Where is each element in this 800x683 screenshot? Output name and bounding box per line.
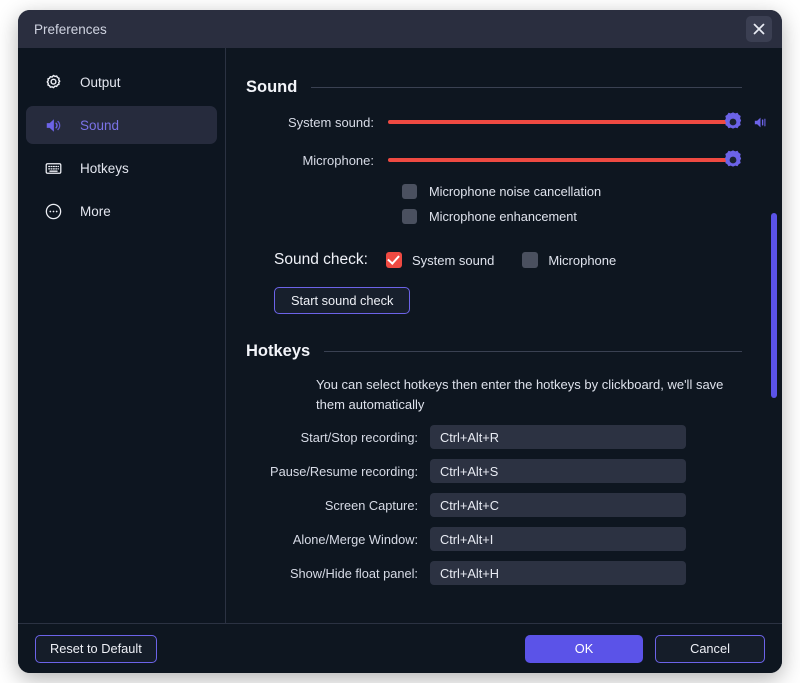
gear-knob-icon[interactable] bbox=[721, 110, 745, 134]
sidebar-item-hotkeys[interactable]: Hotkeys bbox=[26, 149, 217, 187]
hotkey-input-start-stop[interactable] bbox=[430, 425, 686, 449]
dots-circle-icon bbox=[42, 200, 64, 222]
sidebar-item-label: Sound bbox=[80, 118, 119, 133]
hotkey-label: Screen Capture: bbox=[246, 498, 430, 513]
hotkey-row: Pause/Resume recording: bbox=[246, 459, 742, 483]
mic-enhancement-checkbox[interactable] bbox=[402, 209, 417, 224]
sidebar: Output Sound bbox=[18, 48, 226, 623]
microphone-row: Microphone: bbox=[246, 141, 742, 179]
system-sound-option-label: System sound bbox=[412, 253, 494, 268]
close-button[interactable] bbox=[746, 16, 772, 42]
microphone-label: Microphone: bbox=[246, 153, 388, 168]
microphone-option-label: Microphone bbox=[548, 253, 616, 268]
sidebar-item-sound[interactable]: Sound bbox=[26, 106, 217, 144]
hotkey-input-alone-merge[interactable] bbox=[430, 527, 686, 551]
noise-cancellation-checkbox[interactable] bbox=[402, 184, 417, 199]
hotkey-input-screen-capture[interactable] bbox=[430, 493, 686, 517]
system-sound-row: System sound: bbox=[246, 103, 742, 141]
restore-hotkeys-wrapper: Restore Hotkeys bbox=[430, 598, 782, 616]
mic-enhancement-row: Microphone enhancement bbox=[246, 204, 742, 229]
cancel-button[interactable]: Cancel bbox=[655, 635, 765, 663]
system-sound-label: System sound: bbox=[246, 115, 388, 130]
ok-button[interactable]: OK bbox=[525, 635, 643, 663]
system-sound-checkbox[interactable] bbox=[386, 252, 402, 268]
sidebar-item-more[interactable]: More bbox=[26, 192, 217, 230]
content-scrollbar[interactable] bbox=[771, 48, 777, 623]
sound-heading: Sound bbox=[246, 78, 297, 97]
hotkey-row: Alone/Merge Window: bbox=[246, 527, 742, 551]
title-bar: Preferences bbox=[18, 10, 782, 48]
slider-track bbox=[388, 158, 736, 162]
hotkeys-section-header: Hotkeys bbox=[246, 342, 742, 361]
sidebar-item-label: Output bbox=[80, 75, 121, 90]
close-icon bbox=[753, 23, 765, 35]
sidebar-item-output[interactable]: Output bbox=[26, 63, 217, 101]
window-body: Output Sound bbox=[18, 48, 782, 623]
hotkey-row: Show/Hide float panel: bbox=[246, 561, 742, 585]
mic-enhancement-label: Microphone enhancement bbox=[429, 209, 577, 224]
hotkey-label: Start/Stop recording: bbox=[246, 430, 430, 445]
hotkey-row: Screen Capture: bbox=[246, 493, 742, 517]
hotkey-row: Start/Stop recording: bbox=[246, 425, 742, 449]
preferences-window: Preferences Output bbox=[18, 10, 782, 673]
hotkey-input-pause-resume[interactable] bbox=[430, 459, 686, 483]
sound-check-system-option[interactable]: System sound bbox=[386, 252, 494, 268]
sidebar-item-label: More bbox=[80, 204, 111, 219]
hotkeys-description: You can select hotkeys then enter the ho… bbox=[316, 375, 746, 415]
sound-section-header: Sound bbox=[246, 78, 742, 97]
hotkeys-heading: Hotkeys bbox=[246, 342, 310, 361]
section-divider bbox=[324, 351, 742, 352]
sound-check-microphone-option[interactable]: Microphone bbox=[522, 252, 616, 268]
noise-cancellation-row: Microphone noise cancellation bbox=[246, 179, 742, 204]
reset-to-default-button[interactable]: Reset to Default bbox=[35, 635, 157, 663]
microphone-checkbox[interactable] bbox=[522, 252, 538, 268]
hotkey-input-float-panel[interactable] bbox=[430, 561, 686, 585]
section-divider bbox=[311, 87, 742, 88]
system-sound-slider[interactable] bbox=[388, 112, 736, 132]
noise-cancellation-label: Microphone noise cancellation bbox=[429, 184, 601, 199]
window-title: Preferences bbox=[34, 22, 107, 37]
hotkey-label: Pause/Resume recording: bbox=[246, 464, 430, 479]
settings-content-panel: Sound System sound: bbox=[226, 48, 782, 623]
volume-icon[interactable] bbox=[752, 112, 769, 132]
gear-knob-icon[interactable] bbox=[721, 148, 745, 172]
keyboard-icon bbox=[42, 157, 64, 179]
hotkey-label: Show/Hide float panel: bbox=[246, 566, 430, 581]
start-sound-check-button[interactable]: Start sound check bbox=[274, 287, 410, 314]
sound-check-row: Sound check: System sound Microphone bbox=[246, 251, 742, 269]
speaker-icon bbox=[42, 114, 64, 136]
sidebar-item-label: Hotkeys bbox=[80, 161, 129, 176]
scrollbar-thumb[interactable] bbox=[771, 213, 777, 398]
gear-icon bbox=[42, 71, 64, 93]
sound-check-label: Sound check: bbox=[274, 251, 368, 269]
hotkey-label: Alone/Merge Window: bbox=[246, 532, 430, 547]
dialog-footer: Reset to Default OK Cancel bbox=[18, 623, 782, 673]
microphone-slider[interactable] bbox=[388, 150, 736, 170]
slider-track bbox=[388, 120, 736, 124]
